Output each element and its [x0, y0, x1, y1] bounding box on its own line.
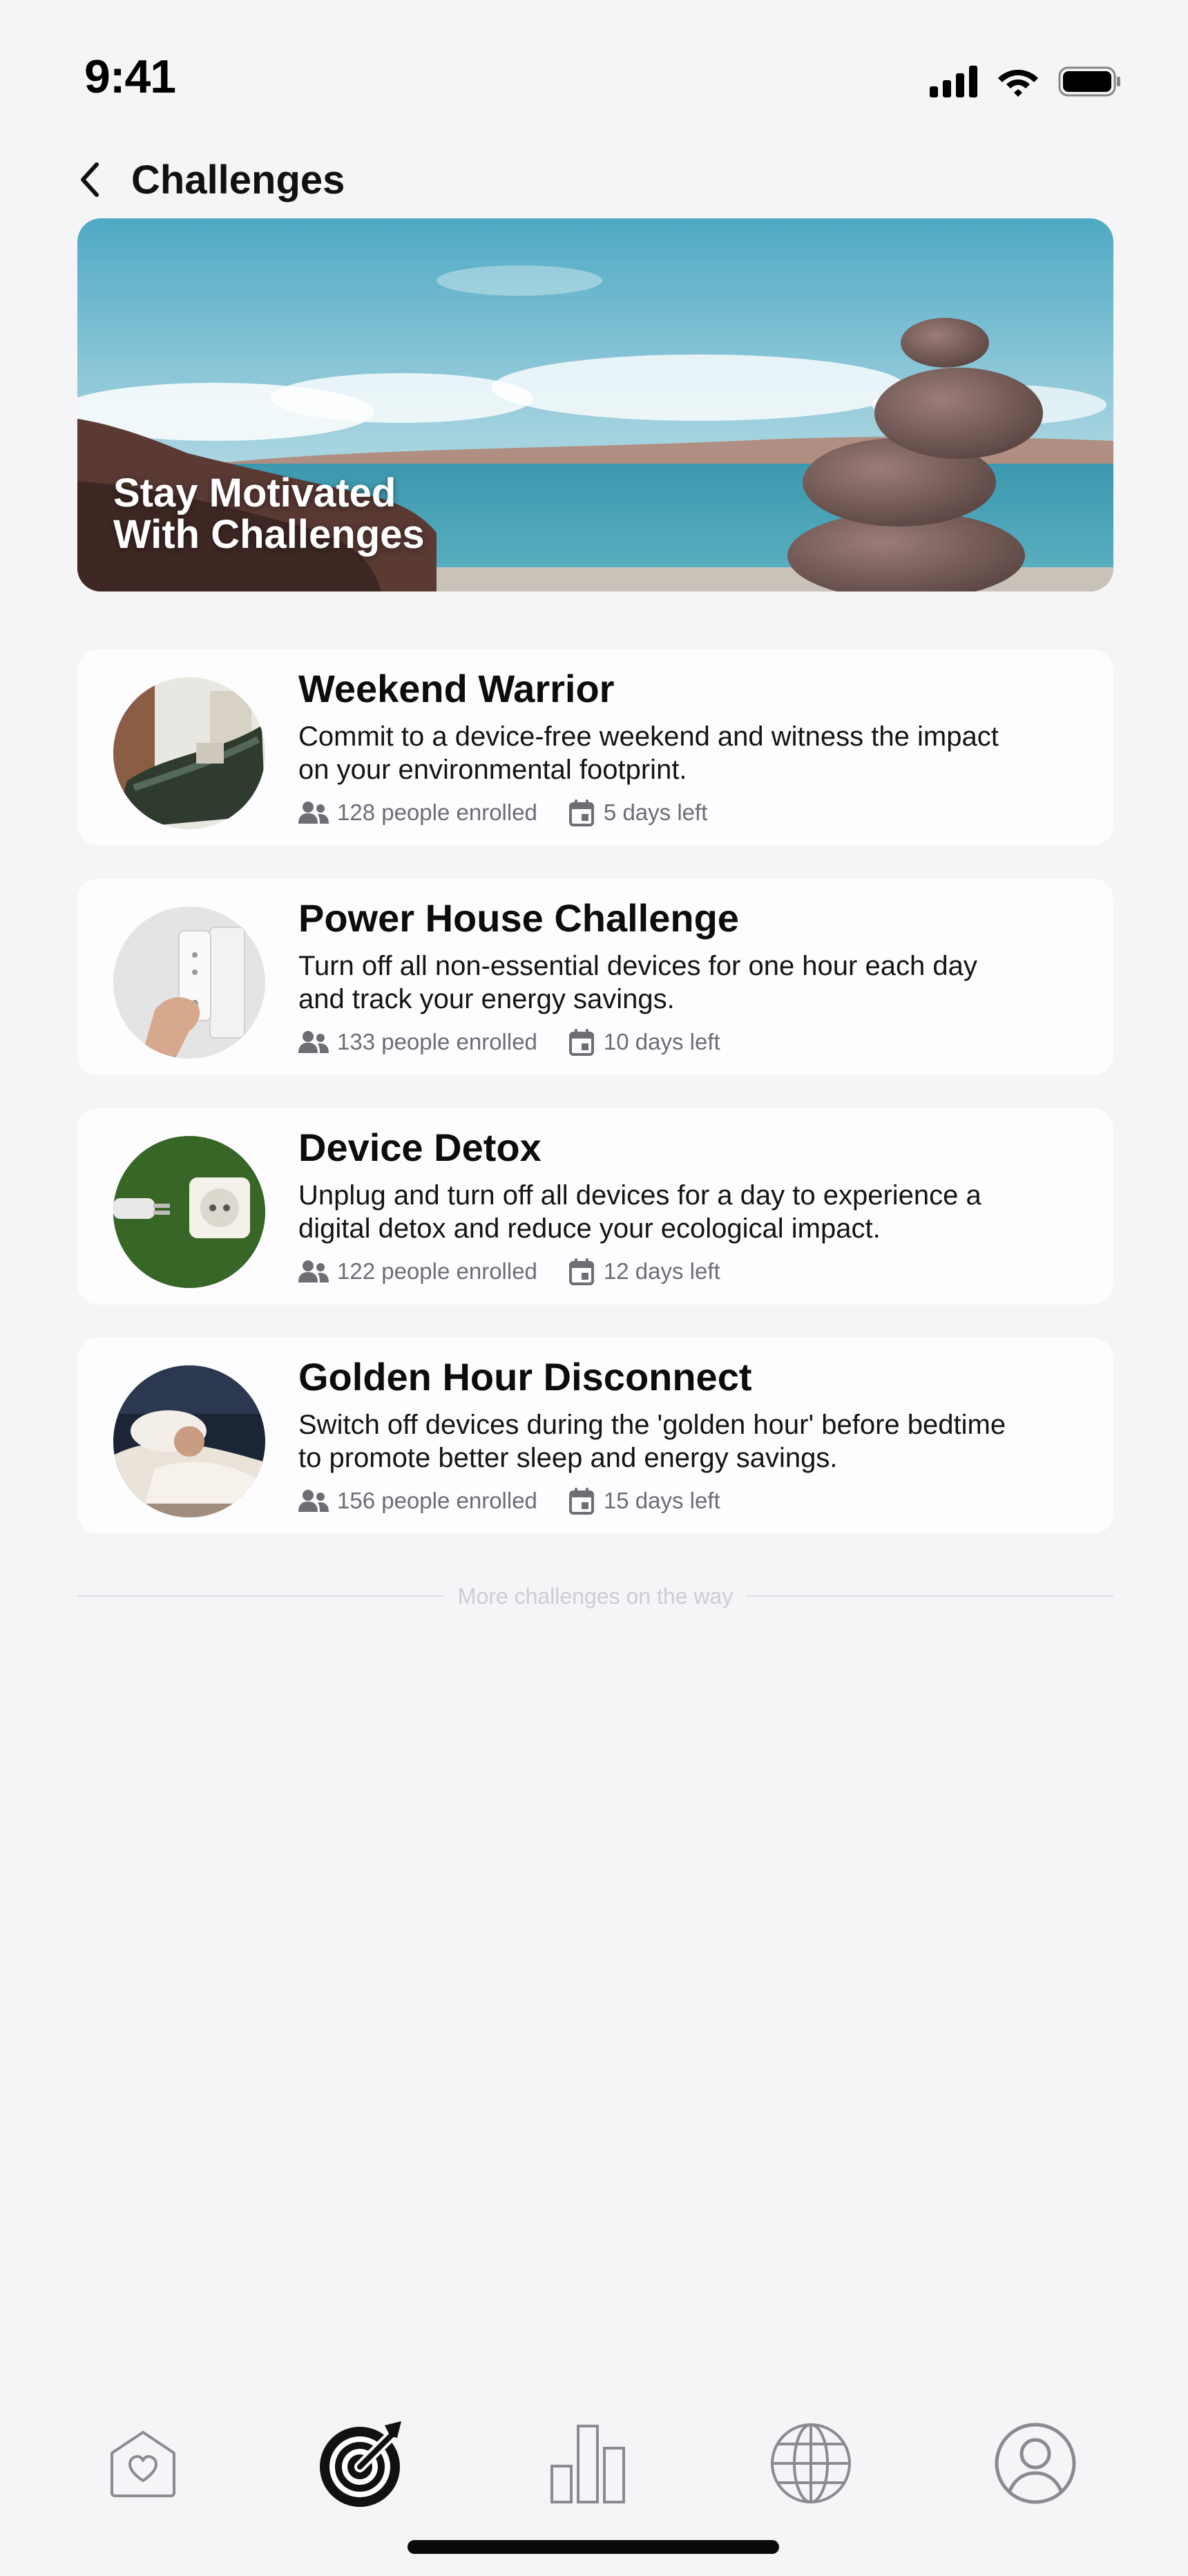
- enrolled-count: 133 people enrolled: [337, 1029, 537, 1054]
- status-time: 9:41: [84, 50, 176, 103]
- challenge-thumbnail: [113, 1136, 265, 1288]
- hero-title: Stay Motivated With Challenges: [113, 471, 425, 557]
- challenge-title: Device Detox: [298, 1126, 542, 1169]
- home-indicator: [408, 2540, 779, 2554]
- tab-profile[interactable]: [984, 2412, 1087, 2515]
- divider-line: [747, 1595, 1114, 1597]
- challenge-card[interactable]: Weekend Warrior Commit to a device-free …: [77, 650, 1113, 846]
- enrolled-info: 133 people enrolled: [298, 1029, 537, 1055]
- calendar-icon: [568, 1488, 594, 1515]
- days-left-info: 15 days left: [568, 1487, 720, 1515]
- challenge-meta: 156 people enrolled 15 days left: [298, 1487, 720, 1515]
- days-left-info: 5 days left: [568, 799, 707, 826]
- tab-home[interactable]: [91, 2412, 195, 2515]
- calendar-icon: [568, 1258, 594, 1285]
- tab-challenges[interactable]: [312, 2412, 415, 2515]
- challenge-card[interactable]: Golden Hour Disconnect Switch off device…: [77, 1338, 1113, 1534]
- challenge-card[interactable]: Power House Challenge Turn off all non-e…: [77, 879, 1113, 1075]
- enrolled-info: 122 people enrolled: [298, 1258, 537, 1285]
- home-heart-icon: [111, 2431, 175, 2497]
- challenge-description: Turn off all non-essential devices for o…: [298, 951, 977, 1014]
- days-left: 15 days left: [603, 1488, 720, 1513]
- enrolled-count: 122 people enrolled: [337, 1258, 537, 1284]
- days-left-info: 12 days left: [568, 1258, 720, 1285]
- enrolled-count: 128 people enrolled: [337, 799, 537, 825]
- days-left-info: 10 days left: [568, 1028, 720, 1056]
- challenge-meta: 122 people enrolled 12 days left: [298, 1258, 720, 1285]
- status-icons: [930, 65, 1122, 101]
- page-title: Challenges: [131, 157, 345, 202]
- challenge-thumbnail: [113, 1365, 265, 1517]
- challenge-meta: 128 people enrolled 5 days left: [298, 799, 707, 826]
- challenge-title: Power House Challenge: [298, 896, 739, 940]
- cellular-signal-icon: [930, 65, 978, 101]
- calendar-icon: [568, 799, 594, 826]
- tab-bar: [0, 2398, 1188, 2522]
- people-icon: [298, 1490, 329, 1512]
- tab-globe[interactable]: [759, 2412, 863, 2515]
- enrolled-info: 156 people enrolled: [298, 1488, 537, 1514]
- more-challenges-note: More challenges on the way: [457, 1583, 734, 1609]
- days-left: 12 days left: [603, 1258, 720, 1284]
- challenge-thumbnail: [113, 677, 265, 829]
- days-left: 5 days left: [603, 799, 708, 825]
- days-left: 10 days left: [603, 1029, 720, 1054]
- status-bar: 9:41: [0, 0, 1188, 138]
- challenge-description: Unplug and turn off all devices for a da…: [298, 1180, 981, 1244]
- people-icon: [298, 1260, 329, 1282]
- bar-chart-icon: [550, 2425, 625, 2503]
- back-button[interactable]: [77, 152, 119, 207]
- enrolled-info: 128 people enrolled: [298, 799, 537, 826]
- challenge-thumbnail: [113, 907, 265, 1059]
- challenge-description: Commit to a device-free weekend and witn…: [298, 721, 999, 785]
- challenge-title: Golden Hour Disconnect: [298, 1355, 752, 1399]
- hero-banner: Stay Motivated With Challenges: [77, 218, 1113, 591]
- calendar-icon: [568, 1029, 594, 1056]
- target-icon: [320, 2421, 401, 2507]
- challenge-meta: 133 people enrolled 10 days left: [298, 1028, 720, 1056]
- challenge-list: Weekend Warrior Commit to a device-free …: [77, 650, 1113, 1567]
- more-challenges-divider: More challenges on the way: [77, 1582, 1114, 1610]
- chevron-left-icon: [81, 162, 99, 197]
- challenge-description: Switch off devices during the 'golden ho…: [298, 1410, 1006, 1473]
- globe-icon: [771, 2423, 851, 2503]
- challenge-card[interactable]: Device Detox Unplug and turn off all dev…: [77, 1108, 1113, 1305]
- profile-icon: [995, 2423, 1076, 2504]
- page-header: Challenges: [77, 152, 345, 207]
- wifi-icon: [996, 66, 1040, 101]
- tab-stats[interactable]: [536, 2412, 640, 2515]
- challenge-title: Weekend Warrior: [298, 667, 615, 710]
- people-icon: [298, 802, 329, 824]
- enrolled-count: 156 people enrolled: [337, 1488, 537, 1513]
- people-icon: [298, 1031, 329, 1053]
- battery-icon: [1058, 66, 1122, 101]
- divider-line: [77, 1595, 444, 1597]
